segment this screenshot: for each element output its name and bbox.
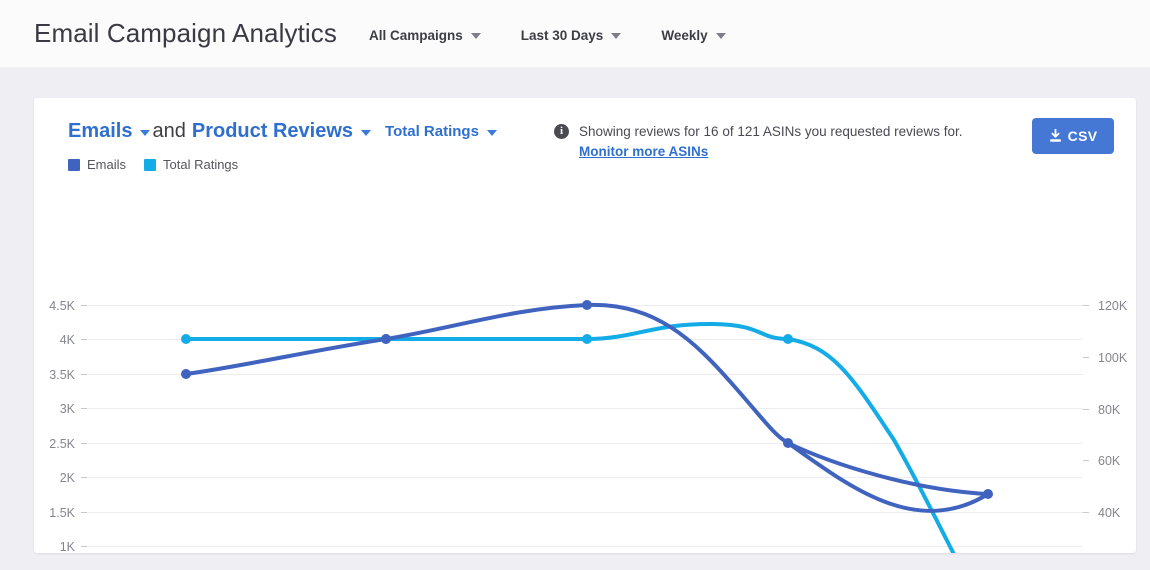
download-icon (1049, 129, 1061, 142)
right-axis-labels: 120K 100K 80K 60K 40K 20K 0 (1098, 299, 1128, 520)
analytics-card: Emails and Product Reviews Total Ratings… (34, 98, 1136, 553)
chevron-down-icon (611, 32, 622, 39)
right-tick-label: 60K (1098, 454, 1121, 468)
legend-swatch-icon (68, 158, 80, 171)
data-point[interactable] (181, 369, 191, 379)
filter-all-campaigns[interactable]: All Campaigns (369, 28, 481, 43)
data-point[interactable] (983, 489, 993, 499)
chevron-down-icon (470, 32, 481, 39)
data-point[interactable] (181, 334, 191, 344)
left-tick-label: 2.5K (49, 437, 75, 451)
left-tick-label: 1.5K (49, 506, 75, 520)
info-icon: i (554, 124, 569, 139)
card-header: Emails and Product Reviews Total Ratings… (34, 98, 1136, 190)
chevron-down-icon[interactable] (140, 129, 151, 136)
chevron-down-icon (715, 32, 726, 39)
line-chart[interactable]: 4.5K 4K 3.5K 3K 2.5K 2K 1.5K 1K 500 0 (34, 190, 1136, 553)
series-markers-emails[interactable] (181, 300, 993, 499)
right-tick-label: 100K (1098, 351, 1128, 365)
filter-date-range[interactable]: Last 30 Days (521, 28, 622, 43)
legend-label-emails: Emails (87, 157, 127, 172)
right-tick-label: 120K (1098, 299, 1128, 313)
page-title: Email Campaign Analytics (34, 18, 337, 48)
chevron-down-icon[interactable] (486, 129, 497, 136)
left-tick-label: 3.5K (49, 368, 75, 382)
metric-conjunction: and (152, 120, 186, 142)
chevron-down-icon[interactable] (361, 129, 372, 136)
legend-swatch-icon (144, 158, 157, 171)
info-notice: i Showing reviews for 16 of 121 ASINs yo… (554, 122, 1034, 161)
info-notice-text: Showing reviews for 16 of 121 ASINs you … (579, 122, 962, 161)
data-point[interactable] (783, 334, 793, 344)
chart-area: 4.5K 4K 3.5K 3K 2.5K 2K 1.5K 1K 500 0 (34, 190, 1136, 553)
legend-label-total-ratings: Total Ratings (163, 157, 239, 172)
metric-tertiary-selector[interactable]: Total Ratings (385, 123, 479, 140)
left-tick-label: 4.5K (49, 299, 75, 313)
right-axis-ticks (1083, 305, 1089, 513)
header-filter-group: All Campaigns Last 30 Days Weekly (369, 24, 766, 43)
metric-primary-selector[interactable]: Emails (68, 120, 132, 143)
csv-download-button[interactable]: CSV (1032, 118, 1114, 154)
data-point[interactable] (381, 334, 391, 344)
left-axis-ticks (81, 305, 87, 547)
left-tick-label: 4K (60, 333, 76, 347)
filter-granularity-label: Weekly (661, 28, 708, 43)
filter-all-campaigns-label: All Campaigns (368, 28, 463, 43)
series-line-total-ratings (184, 321, 956, 553)
filter-granularity[interactable]: Weekly (661, 28, 726, 43)
right-tick-label: 80K (1098, 403, 1121, 417)
series-line-emails-tail (786, 441, 990, 496)
left-axis-labels: 4.5K 4K 3.5K 3K 2.5K 2K 1.5K 1K 500 0 (49, 299, 75, 553)
left-tick-label: 2K (60, 471, 76, 485)
app-header: Email Campaign Analytics All Campaigns L… (0, 0, 1150, 68)
legend-item-total-ratings[interactable]: Total Ratings (144, 157, 238, 172)
monitor-more-asins-link[interactable]: Monitor more ASINs (579, 142, 708, 162)
info-notice-message: Showing reviews for 16 of 121 ASINs you … (579, 124, 963, 139)
csv-download-label: CSV (1067, 128, 1098, 144)
metric-secondary-selector[interactable]: Product Reviews (192, 120, 353, 143)
left-tick-label: 3K (60, 402, 76, 416)
data-point[interactable] (582, 334, 592, 344)
left-tick-label: 1K (60, 540, 76, 553)
data-point[interactable] (582, 300, 592, 310)
right-tick-label: 40K (1098, 506, 1121, 520)
legend-item-emails[interactable]: Emails (68, 157, 126, 172)
data-point[interactable] (783, 438, 793, 448)
filter-date-range-label: Last 30 Days (520, 28, 604, 43)
